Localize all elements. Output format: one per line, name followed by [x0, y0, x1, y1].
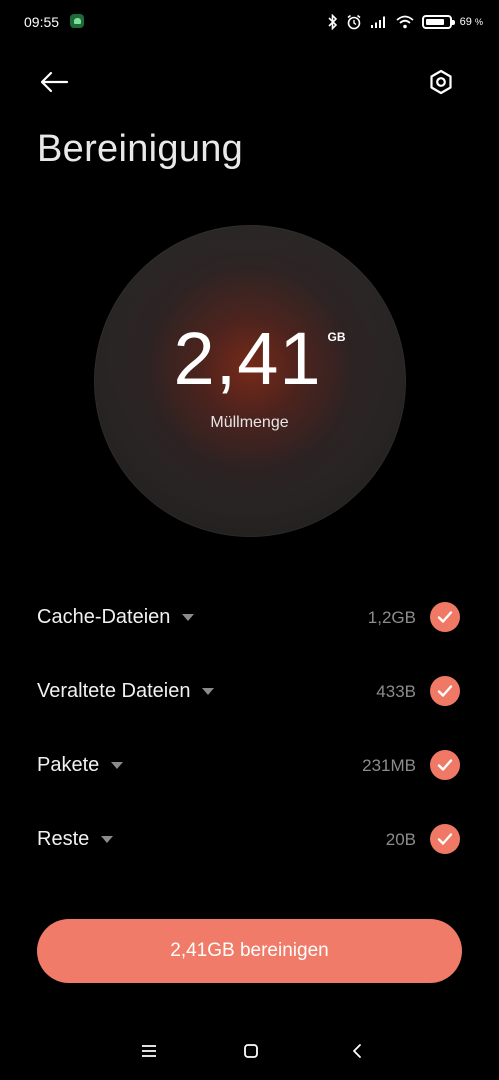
checkmark-icon [437, 759, 453, 771]
bluetooth-icon [328, 14, 337, 30]
battery-percentage: 69 % [459, 16, 483, 28]
junk-amount-value: 2,41 [173, 317, 322, 400]
page-title: Bereinigung [37, 128, 244, 170]
gear-icon [430, 69, 452, 95]
category-label[interactable]: Veraltete Dateien [37, 680, 215, 703]
battery-icon [421, 15, 455, 29]
chevron-left-icon [353, 1044, 361, 1058]
arrow-left-icon [40, 71, 69, 93]
clean-button[interactable]: 2,41GB bereinigen [37, 919, 462, 983]
category-size: 231MB [362, 756, 416, 775]
status-icons: 69 % [328, 10, 483, 34]
junk-amount-label: Müllmenge [210, 414, 289, 431]
category-row-cache[interactable]: Cache-Dateien 1,2GB [0, 588, 499, 648]
category-row-obsolete[interactable]: Veraltete Dateien 433B [0, 662, 499, 722]
home-square-icon [244, 1044, 258, 1058]
status-time: 09:55 [24, 14, 60, 30]
checkmark-icon [437, 685, 453, 697]
nav-menu-button[interactable] [134, 1036, 164, 1066]
category-size: 20B [385, 830, 416, 849]
category-checkbox[interactable] [430, 602, 460, 632]
category-size: 433B [376, 682, 416, 701]
checkmark-icon [437, 833, 453, 845]
menu-icon [142, 1045, 156, 1057]
alarm-icon [347, 14, 361, 30]
category-row-packages[interactable]: Pakete 231MB [0, 736, 499, 796]
back-button[interactable] [36, 64, 72, 100]
category-label[interactable]: Cache-Dateien [37, 606, 195, 629]
wifi-icon [396, 15, 414, 29]
category-size: 1,2GB [367, 608, 416, 627]
chevron-down-icon[interactable] [182, 614, 195, 622]
junk-amount-unit: GB [327, 330, 346, 344]
settings-button[interactable] [423, 64, 459, 100]
category-label[interactable]: Pakete [37, 754, 124, 777]
category-label[interactable]: Reste [37, 828, 114, 851]
chevron-down-icon[interactable] [101, 836, 114, 844]
nav-home-button[interactable] [236, 1036, 266, 1066]
category-checkbox[interactable] [430, 676, 460, 706]
notification-app-icon [70, 14, 84, 28]
signal-icon [370, 16, 385, 28]
category-row-residuals[interactable]: Reste 20B [0, 810, 499, 870]
nav-back-button[interactable] [342, 1036, 372, 1066]
category-checkbox[interactable] [430, 750, 460, 780]
junk-amount: 2,41 GB [0, 322, 499, 396]
category-checkbox[interactable] [430, 824, 460, 854]
chevron-down-icon[interactable] [202, 688, 215, 696]
checkmark-icon [437, 611, 453, 623]
clean-button-label: 2,41GB bereinigen [170, 940, 329, 961]
chevron-down-icon[interactable] [111, 762, 124, 770]
